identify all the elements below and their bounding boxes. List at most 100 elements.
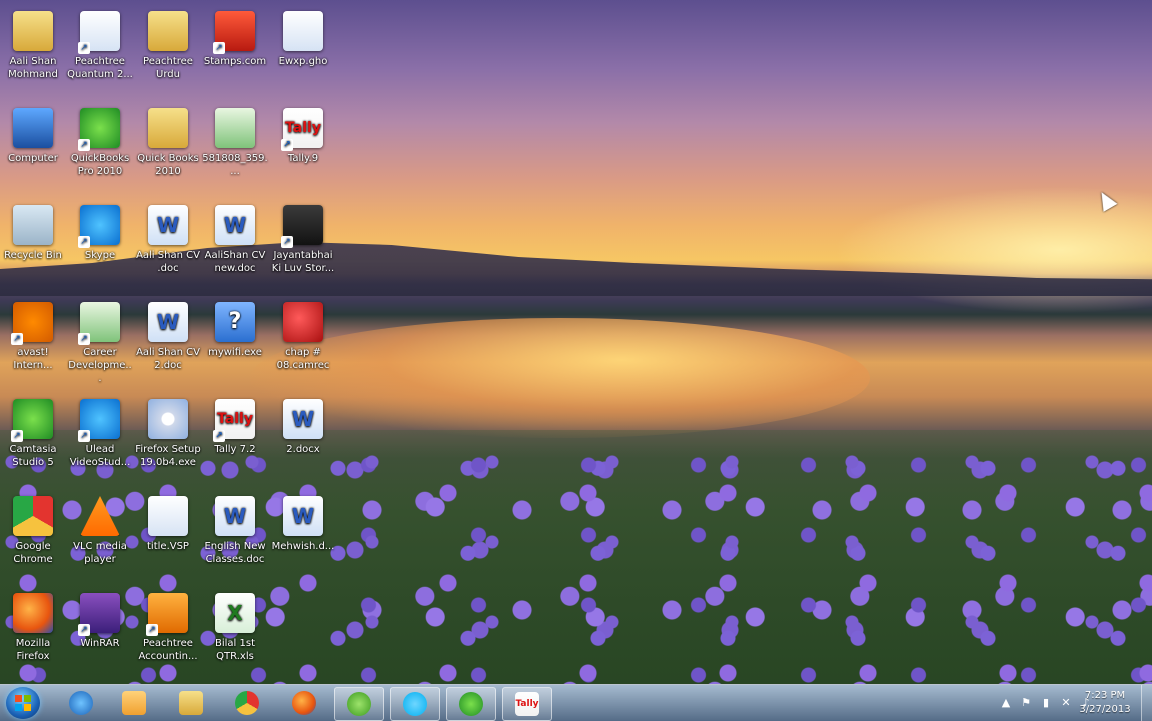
taskbar-firefox-button[interactable] bbox=[280, 687, 328, 719]
desktop-icon[interactable]: Quick Books 2010 bbox=[135, 101, 201, 193]
desktop-icon[interactable]: Firefox Setup 19.0b4.exe bbox=[135, 392, 201, 484]
desktop-icon-label: Jayantabhai Ki Luv Stor... bbox=[271, 250, 335, 274]
desktop-icon[interactable]: Jayantabhai Ki Luv Stor... bbox=[270, 198, 336, 290]
media-player-icon bbox=[122, 691, 146, 715]
desktop-icon[interactable]: Mozilla Firefox bbox=[0, 586, 66, 678]
desktop-icon-label: Computer bbox=[8, 153, 58, 164]
desktop-icon[interactable]: W Aali Shan CV .doc bbox=[135, 198, 201, 290]
clock-time: 7:23 PM bbox=[1084, 690, 1126, 701]
desktop-icon-label: English New Classes.doc bbox=[204, 541, 266, 565]
desktop-icon[interactable]: Aali Shan Mohmand bbox=[0, 4, 66, 96]
winrar-icon bbox=[78, 593, 120, 636]
desktop-icon[interactable]: Peachtree Accountin... bbox=[135, 586, 201, 678]
desktop-icon[interactable]: avast! Intern... bbox=[0, 295, 66, 387]
word-doc-icon: W bbox=[148, 302, 188, 342]
desktop-icon-label: Peachtree Accountin... bbox=[138, 638, 198, 662]
desktop-icon[interactable]: W AaliShan CV new.doc bbox=[202, 198, 268, 290]
vlc-icon bbox=[80, 496, 120, 536]
desktop-icon[interactable]: Stamps.com bbox=[202, 4, 268, 96]
desktop-icon[interactable]: WinRAR bbox=[67, 586, 133, 678]
clock[interactable]: 7:23 PM 3/27/2013 bbox=[1070, 689, 1140, 717]
desktop-icon[interactable]: Ulead VideoStud... bbox=[67, 392, 133, 484]
camtasia-icon bbox=[11, 399, 53, 442]
desktop-icon[interactable]: Career Developme... bbox=[67, 295, 133, 387]
chrome-icon bbox=[235, 691, 259, 715]
firefox-icon bbox=[13, 593, 53, 633]
taskbar-tally-button[interactable]: Tally bbox=[502, 687, 552, 721]
taskbar-ie-button[interactable] bbox=[57, 687, 105, 719]
stamps-icon bbox=[213, 11, 255, 54]
desktop-icon[interactable]: X Bilal 1st QTR.xls bbox=[202, 586, 268, 678]
taskbar-chrome-button[interactable] bbox=[223, 687, 271, 719]
chrome-icon bbox=[13, 496, 53, 536]
desktop-background: Aali Shan Mohmand Peachtree Quantum 2...… bbox=[0, 0, 1152, 684]
taskbar-media-player-button[interactable] bbox=[110, 687, 158, 719]
desktop-icon[interactable]: chap # 08.camrec bbox=[270, 295, 336, 387]
desktop-icon-label: Peachtree Quantum 2... bbox=[67, 56, 133, 80]
desktop-icon-label: mywifi.exe bbox=[208, 347, 262, 358]
desktop-icon[interactable]: Google Chrome bbox=[0, 489, 66, 581]
taskbar-explorer-button[interactable] bbox=[167, 687, 215, 719]
desktop-icon[interactable]: W Mehwish.d... bbox=[270, 489, 336, 581]
desktop-icon-label: Aali Shan CV 2.doc bbox=[136, 347, 200, 371]
desktop-icon-label: Ewxp.gho bbox=[278, 56, 328, 67]
taskbar-skype-button[interactable] bbox=[390, 687, 440, 721]
desktop-icon-label: Recycle Bin bbox=[4, 250, 62, 261]
help-exe-icon: ? bbox=[215, 302, 255, 342]
desktop-icon[interactable]: Camtasia Studio 5 bbox=[0, 392, 66, 484]
taskbar-utorrent-button[interactable] bbox=[334, 687, 384, 721]
desktop-icon[interactable]: W Aali Shan CV 2.doc bbox=[135, 295, 201, 387]
tally-icon: Tally bbox=[281, 108, 323, 151]
desktop-icon[interactable]: W English New Classes.doc bbox=[202, 489, 268, 581]
desktop-icon[interactable]: title.VSP bbox=[135, 489, 201, 581]
desktop-icon-label: Mozilla Firefox bbox=[15, 638, 51, 662]
ie-icon bbox=[69, 691, 93, 715]
tally-icon: Tally bbox=[213, 399, 255, 442]
desktop-icon-label: Bilal 1st QTR.xls bbox=[215, 638, 255, 662]
vsp-file-icon bbox=[148, 496, 188, 536]
desktop-icon[interactable]: Computer bbox=[0, 101, 66, 193]
lake-reflection-wallpaper bbox=[250, 318, 870, 438]
utorrent-icon bbox=[347, 692, 371, 716]
desktop-icon-label: Tally.9 bbox=[287, 153, 319, 164]
avast-icon bbox=[11, 302, 53, 345]
mouse-cursor-icon bbox=[1094, 188, 1118, 212]
desktop-icons: Aali Shan Mohmand Peachtree Quantum 2...… bbox=[0, 0, 340, 684]
recycle-bin-icon bbox=[13, 205, 53, 245]
desktop-icon-label: Career Developme... bbox=[68, 347, 132, 384]
file-icon bbox=[283, 11, 323, 51]
folder-icon bbox=[148, 108, 188, 148]
desktop-icon[interactable]: Tally Tally.9 bbox=[270, 101, 336, 193]
desktop-icon-label: chap # 08.camrec bbox=[276, 347, 330, 371]
desktop-icon[interactable]: Ewxp.gho bbox=[270, 4, 336, 96]
desktop-icon[interactable]: W 2.docx bbox=[270, 392, 336, 484]
desktop-icon-label: Aali Shan Mohmand bbox=[8, 56, 58, 80]
word-doc-icon: W bbox=[283, 399, 323, 439]
camrec-icon bbox=[283, 302, 323, 342]
desktop-icon[interactable]: Recycle Bin bbox=[0, 198, 66, 290]
flag-icon[interactable]: ⚑ bbox=[1020, 697, 1032, 709]
desktop-icon-label: QuickBooks Pro 2010 bbox=[70, 153, 130, 177]
desktop-icon[interactable]: Peachtree Quantum 2... bbox=[67, 4, 133, 96]
taskbar: Tally ▲ ⚑ ▮ ✕ ♪ 7:23 PM 3/27/2013 bbox=[0, 684, 1152, 721]
firefox-icon bbox=[292, 691, 316, 715]
up-arrow-icon[interactable]: ▲ bbox=[1000, 697, 1012, 709]
tally-icon: Tally bbox=[515, 692, 539, 716]
taskbar-camtasia-button[interactable] bbox=[446, 687, 496, 721]
desktop-icon-label: Aali Shan CV .doc bbox=[136, 250, 200, 274]
desktop-icon[interactable]: Tally Tally 7.2 bbox=[202, 392, 268, 484]
desktop-icon[interactable]: QuickBooks Pro 2010 bbox=[67, 101, 133, 193]
video-file-icon bbox=[281, 205, 323, 248]
desktop-icon-label: Ulead VideoStud... bbox=[69, 444, 131, 468]
start-button[interactable] bbox=[6, 687, 40, 719]
desktop-icon[interactable]: ? mywifi.exe bbox=[202, 295, 268, 387]
desktop-icon[interactable]: Skype bbox=[67, 198, 133, 290]
skype-icon bbox=[78, 205, 120, 248]
desktop-icon-label: Google Chrome bbox=[13, 541, 53, 565]
desktop-icon[interactable]: 581808_359.... bbox=[202, 101, 268, 193]
desktop-icon[interactable]: VLC media player bbox=[67, 489, 133, 581]
show-desktop-button[interactable] bbox=[1141, 685, 1152, 721]
desktop-icon-label: Quick Books 2010 bbox=[137, 153, 199, 177]
desktop-icon[interactable]: Peachtree Urdu bbox=[135, 4, 201, 96]
battery-icon[interactable]: ▮ bbox=[1040, 697, 1052, 709]
